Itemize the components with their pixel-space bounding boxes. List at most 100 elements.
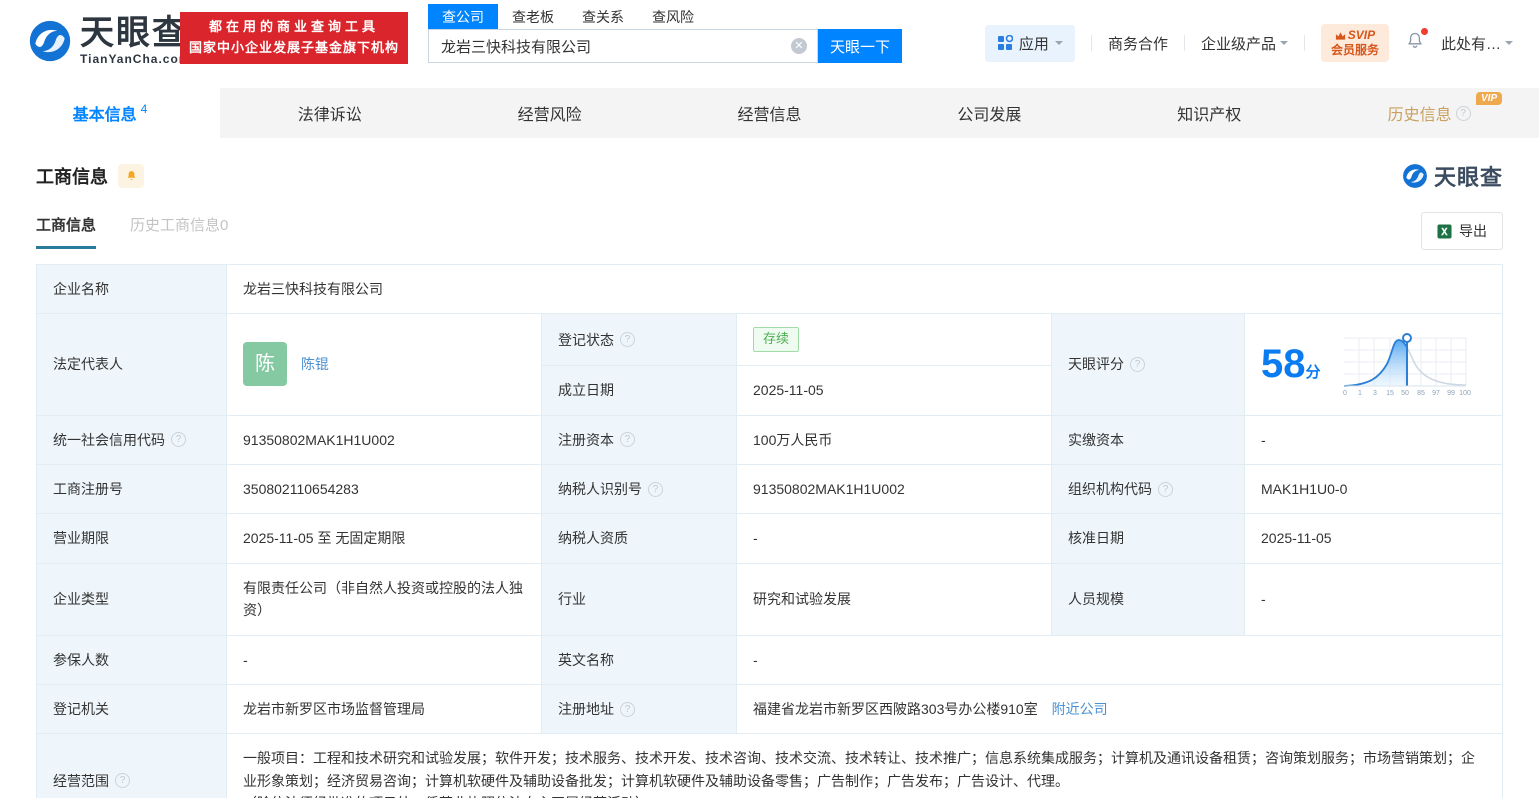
tab-basic-info[interactable]: 基本信息 4: [0, 88, 220, 138]
taxpayer-id-value: 91350802MAK1H1U002: [736, 463, 1052, 515]
subscribe-bell-button[interactable]: [118, 164, 144, 188]
enterprise-label: 企业级产品: [1200, 35, 1276, 53]
help-icon[interactable]: ?: [620, 432, 635, 448]
registered-address-label: 注册地址 ?: [541, 683, 737, 735]
established-date-label: 成立日期: [541, 365, 737, 416]
score-value: 58: [1261, 341, 1306, 386]
industry-label: 行业: [541, 562, 737, 636]
score-axis-labels: 0 1 3 15 50 85 97 99 100: [1343, 390, 1471, 397]
subtab-business-info[interactable]: 工商信息: [36, 214, 97, 249]
help-icon[interactable]: ?: [620, 332, 635, 348]
business-term-value: 2025-11-05 至 无固定期限: [226, 513, 542, 564]
insured-count-label: 参保人数: [36, 634, 227, 685]
reg-status-label: 登记状态 ?: [541, 313, 737, 367]
apps-button[interactable]: 应用: [984, 24, 1075, 62]
tianyancha-logo-icon: [29, 20, 71, 61]
company-name-value: 龙岩三快科技有限公司: [226, 263, 1503, 315]
search-tab-risk[interactable]: 查风险: [638, 4, 708, 29]
main-content: 工商信息 天眼查 工商信息 历史工商信息0 导出 企业名称 龙岩三快科技有限公司…: [0, 160, 1539, 798]
search-button[interactable]: 天眼一下: [818, 29, 902, 63]
notifications-bell[interactable]: [1405, 28, 1428, 55]
help-icon[interactable]: ?: [1158, 481, 1173, 497]
business-scope-label: 经营范围 ?: [36, 733, 227, 798]
divider: [1090, 35, 1092, 51]
bell-icon: [127, 170, 135, 180]
logo-domain: TianYanCha.com: [80, 52, 191, 66]
business-info-table: 企业名称 龙岩三快科技有限公司 法定代表人 陈 陈锟 登记状态 ? 存续 天眼评…: [36, 263, 1503, 798]
slogan-line2: 国家中小企业发展子基金旗下机构: [188, 40, 399, 55]
search-tabs: 查公司 查老板 查关系 查风险: [428, 4, 902, 29]
help-icon[interactable]: ?: [171, 432, 186, 448]
search-tab-boss[interactable]: 查老板: [498, 4, 568, 29]
table-row: 经营范围 ? 一般项目：工程和技术研究和试验发展；软件开发；技术服务、技术开发、…: [36, 733, 1503, 798]
org-code-value: MAK1H1U0-0: [1244, 463, 1503, 515]
export-label: 导出: [1459, 223, 1487, 239]
table-row: 统一社会信用代码 ? 91350802MAK1H1U002 注册资本 ? 100…: [36, 414, 1503, 465]
tianyancha-watermark: 天眼查: [1402, 160, 1503, 192]
credit-code-label: 统一社会信用代码 ?: [36, 414, 227, 465]
tab-legal-proceedings[interactable]: 法律诉讼: [220, 88, 440, 138]
svg-text:0: 0: [1343, 390, 1347, 397]
svg-text:85: 85: [1417, 390, 1425, 397]
export-button[interactable]: 导出: [1421, 212, 1503, 250]
search-tab-company[interactable]: 查公司: [428, 4, 498, 29]
tab-intellectual-property[interactable]: 知识产权: [1099, 88, 1319, 138]
search-input[interactable]: [429, 30, 817, 62]
chevron-down-icon: [1505, 41, 1513, 49]
chevron-down-icon: [1279, 41, 1288, 49]
help-icon[interactable]: ?: [648, 481, 663, 497]
registration-number-label: 工商注册号: [36, 463, 227, 515]
section-title: 工商信息: [36, 167, 108, 187]
legal-rep-cell: 陈 陈锟: [226, 313, 542, 416]
svg-text:100: 100: [1459, 390, 1471, 397]
vip-badge: VIP: [1476, 92, 1503, 105]
table-row: 法定代表人 陈 陈锟 登记状态 ? 存续 天眼评分 ? 58分 0 1 3 15…: [36, 313, 1503, 416]
svip-membership-badge[interactable]: SVIP 会员服务: [1320, 24, 1389, 62]
company-type-value: 有限责任公司（非自然人投资或控股的法人独资）: [226, 562, 542, 636]
help-icon[interactable]: ?: [115, 773, 130, 789]
avatar[interactable]: 陈: [243, 342, 287, 387]
notification-dot: [1420, 28, 1428, 35]
divider: [1303, 35, 1305, 51]
business-info-subtabs: 工商信息 历史工商信息0: [36, 214, 228, 249]
taxpayer-qualification-value: -: [736, 513, 1052, 564]
svg-text:3: 3: [1373, 390, 1377, 397]
svg-text:50: 50: [1401, 390, 1409, 397]
tianyancha-logo[interactable]: 天眼查 TianYanCha.com: [28, 16, 190, 65]
svip-line1: SVIP: [1347, 28, 1376, 42]
score-cell[interactable]: 58分 0 1 3 15 50 85 97 99 100: [1244, 313, 1503, 416]
search-tab-relation[interactable]: 查关系: [568, 4, 638, 29]
help-icon[interactable]: ?: [1130, 356, 1145, 372]
reg-status-value: 存续: [736, 313, 1052, 367]
logo-brand: 天眼查: [80, 14, 188, 52]
registration-authority-value: 龙岩市新罗区市场监督管理局: [226, 683, 542, 735]
clear-icon[interactable]: ✕: [791, 38, 807, 54]
search-area: 查公司 查老板 查关系 查风险 ✕ 天眼一下: [428, 4, 902, 63]
tab-history-info[interactable]: VIP 历史信息 ?: [1319, 88, 1539, 138]
menu-enterprise-products[interactable]: 企业级产品: [1201, 33, 1288, 54]
legal-rep-link[interactable]: 陈锟: [301, 353, 329, 375]
business-scope-value: 一般项目：工程和技术研究和试验发展；软件开发；技术服务、技术开发、技术咨询、技术…: [226, 733, 1503, 798]
svip-line2: 会员服务: [1330, 43, 1379, 57]
registered-capital-label: 注册资本 ?: [541, 414, 737, 465]
menu-cooperation[interactable]: 商务合作: [1108, 33, 1168, 54]
user-account-menu[interactable]: 此处有…: [1441, 33, 1513, 54]
tab-operating-info[interactable]: 经营信息: [660, 88, 880, 138]
tab-operating-risk[interactable]: 经营风险: [440, 88, 660, 138]
table-row: 登记机关 龙岩市新罗区市场监督管理局 注册地址 ? 福建省龙岩市新罗区西陂路30…: [36, 683, 1503, 735]
subtab-history-business-info[interactable]: 历史工商信息0: [130, 214, 228, 249]
apps-grid-icon: [997, 35, 1013, 50]
table-row: 企业名称 龙岩三快科技有限公司: [36, 263, 1503, 315]
help-icon[interactable]: ?: [1455, 105, 1471, 121]
tab-company-development[interactable]: 公司发展: [879, 88, 1099, 138]
staff-size-value: -: [1244, 562, 1503, 636]
established-date-value: 2025-11-05: [736, 365, 1052, 416]
table-row: 企业类型 有限责任公司（非自然人投资或控股的法人独资） 行业 研究和试验发展 人…: [36, 562, 1503, 636]
tab-basic-info-label: 基本信息: [72, 107, 137, 124]
nearby-companies-link[interactable]: 附近公司: [1052, 701, 1108, 717]
registered-capital-value: 100万人民币: [736, 414, 1052, 465]
page-header: 天眼查 TianYanCha.com 都在用的商业查询工具 国家中小企业发展子基…: [0, 0, 1539, 88]
help-icon[interactable]: ?: [620, 701, 635, 717]
org-code-label: 组织机构代码 ?: [1051, 463, 1245, 515]
english-name-label: 英文名称: [541, 634, 737, 685]
